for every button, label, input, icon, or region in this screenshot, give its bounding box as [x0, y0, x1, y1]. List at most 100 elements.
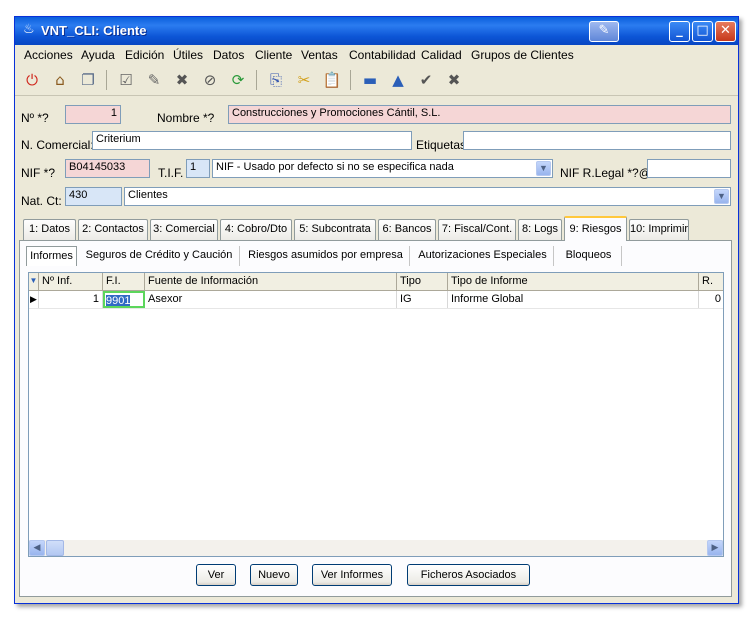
toolbar-separator	[106, 70, 107, 90]
num-label: Nº *?	[21, 111, 49, 125]
subtab-autorizaciones[interactable]: Autorizaciones Especiales	[412, 246, 554, 266]
sort-arrow-icon[interactable]: ▼	[29, 273, 39, 290]
menu-calidad[interactable]: Calidad	[421, 48, 462, 62]
ficheros-asociados-button[interactable]: Ficheros Asociados	[407, 564, 530, 586]
col-fi[interactable]: F.I.	[103, 273, 145, 290]
menu-datos[interactable]: Datos	[213, 48, 244, 62]
cell-tipo-informe[interactable]: Informe Global	[448, 291, 699, 308]
refresh-icon[interactable]: ⟳	[227, 69, 249, 91]
special-icon[interactable]: ✎	[589, 21, 619, 42]
col-fuente[interactable]: Fuente de Información	[145, 273, 397, 290]
ver-button[interactable]: Ver	[196, 564, 236, 586]
check-document-icon[interactable]: ☑	[115, 69, 137, 91]
nif-label: NIF *?	[21, 166, 56, 180]
scroll-right-icon[interactable]: ▶	[707, 540, 723, 556]
tif-code-field[interactable]: 1	[186, 159, 210, 178]
power-icon[interactable]: ⏻	[21, 69, 43, 91]
toolbar-separator	[350, 70, 351, 90]
ncomercial-field[interactable]: Criterium	[92, 131, 412, 150]
etiquetas-label: Etiquetas	[416, 138, 467, 152]
menu-acciones[interactable]: Acciones	[24, 48, 73, 62]
copy-icon[interactable]: ⎘	[265, 69, 287, 91]
x-icon[interactable]: ✖	[443, 69, 465, 91]
client-window: ♨ VNT_CLI: Cliente ✎ _ □ ✕ Acciones Ayud…	[14, 16, 739, 604]
cut-icon[interactable]: ✂	[293, 69, 315, 91]
cell-fi-value: 9901	[106, 295, 131, 307]
ncomercial-label: N. Comercial:	[21, 138, 94, 152]
cell-fi[interactable]: 9901	[103, 291, 145, 308]
chevron-down-icon[interactable]: ▼	[536, 161, 551, 176]
subtab-riesgos-asumidos[interactable]: Riesgos asumidos por empresa	[242, 246, 410, 266]
menu-cliente[interactable]: Cliente	[255, 48, 292, 62]
delete-document-icon[interactable]: ✖	[171, 69, 193, 91]
scroll-thumb[interactable]	[46, 540, 64, 556]
menu-ventas[interactable]: Ventas	[301, 48, 338, 62]
nif-field[interactable]: B04145033	[65, 159, 150, 178]
menu-contabilidad[interactable]: Contabilidad	[349, 48, 416, 62]
col-num-inf[interactable]: Nº Inf.	[39, 273, 103, 290]
etiquetas-field[interactable]	[463, 131, 731, 150]
nif-legal-label: NIF R.Legal *?@	[560, 166, 651, 180]
toolbar-separator	[256, 70, 257, 90]
minimize-button[interactable]: _	[669, 21, 690, 42]
menu-grupos-clientes[interactable]: Grupos de Clientes	[471, 48, 574, 62]
tab-bancos[interactable]: 6: Bancos	[378, 219, 436, 240]
menu-edicion[interactable]: Edición	[125, 48, 164, 62]
tab-subcontrata[interactable]: 5: Subcontrata	[294, 219, 376, 240]
col-tipo-informe[interactable]: Tipo de Informe	[448, 273, 699, 290]
tab-imprimir[interactable]: 10: Imprimir	[629, 219, 689, 240]
cell-num-inf[interactable]: 1	[39, 291, 103, 308]
ver-informes-button[interactable]: Ver Informes	[312, 564, 392, 586]
chevron-down-icon[interactable]: ▼	[714, 189, 729, 204]
subtab-seguros[interactable]: Seguros de Crédito y Caución	[79, 246, 240, 266]
cell-tipo[interactable]: IG	[397, 291, 448, 308]
tif-select[interactable]: NIF - Usado por defecto si no se especif…	[212, 159, 553, 178]
nuevo-button[interactable]: Nuevo	[250, 564, 298, 586]
table-row[interactable]: ▶ 1 9901 Asexor IG Informe Global 0	[29, 291, 723, 309]
grid-header: ▼ Nº Inf. F.I. Fuente de Información Tip…	[29, 273, 723, 291]
nif-legal-field[interactable]	[647, 159, 731, 178]
triangle-up-icon[interactable]: ▲	[387, 69, 409, 91]
tab-cobro-dto[interactable]: 4: Cobro/Dto	[220, 219, 292, 240]
subtab-bloqueos[interactable]: Bloqueos	[556, 246, 622, 266]
nombre-field[interactable]: Construcciones y Promociones Cántil, S.L…	[228, 105, 731, 124]
tif-label: T.I.F.	[158, 166, 184, 180]
paste-icon[interactable]: 📋	[321, 69, 343, 91]
maximize-button[interactable]: □	[692, 21, 713, 42]
menu-utiles[interactable]: Útiles	[173, 48, 203, 62]
tab-datos[interactable]: 1: Datos	[23, 219, 76, 240]
edit-document-icon[interactable]: ✎	[143, 69, 165, 91]
tab-logs[interactable]: 8: Logs	[518, 219, 562, 240]
cell-r[interactable]: 0	[699, 291, 723, 308]
col-tipo[interactable]: Tipo	[397, 273, 448, 290]
checkmark-icon[interactable]: ✔	[415, 69, 437, 91]
minus-icon[interactable]: ▬	[359, 69, 381, 91]
title-bar[interactable]: ♨ VNT_CLI: Cliente ✎ _ □ ✕	[15, 17, 738, 45]
subtab-informes[interactable]: Informes	[26, 246, 77, 266]
natct-select[interactable]: Clientes ▼	[124, 187, 731, 206]
tif-select-value: NIF - Usado por defecto si no se especif…	[216, 161, 454, 173]
home-icon[interactable]: ⌂	[49, 69, 71, 91]
app-icon: ♨	[23, 22, 35, 37]
tab-riesgos[interactable]: 9: Riesgos	[564, 216, 627, 241]
natct-code-field[interactable]: 430	[65, 187, 122, 206]
col-r[interactable]: R.	[699, 273, 723, 290]
windows-icon[interactable]: ❐	[77, 69, 99, 91]
horizontal-scrollbar[interactable]: ◀ ▶	[29, 540, 723, 556]
cancel-document-icon[interactable]: ⊘	[199, 69, 221, 91]
menu-ayuda[interactable]: Ayuda	[81, 48, 115, 62]
num-field[interactable]: 1	[65, 105, 121, 124]
tab-fiscal-cont[interactable]: 7: Fiscal/Cont.	[438, 219, 516, 240]
window-title: VNT_CLI: Cliente	[41, 23, 147, 38]
menu-bar: Acciones Ayuda Edición Útiles Datos Clie…	[15, 45, 738, 65]
scroll-left-icon[interactable]: ◀	[29, 540, 45, 556]
natct-label: Nat. Ct:	[21, 194, 62, 208]
cell-fuente[interactable]: Asexor	[145, 291, 397, 308]
tab-comercial[interactable]: 3: Comercial	[150, 219, 218, 240]
toolbar: ⏻ ⌂ ❐ ☑ ✎ ✖ ⊘ ⟳ ⎘ ✂ 📋 ▬ ▲ ✔ ✖	[15, 65, 738, 96]
informes-grid: ▼ Nº Inf. F.I. Fuente de Información Tip…	[28, 272, 724, 557]
close-button[interactable]: ✕	[715, 21, 736, 42]
nombre-label: Nombre *?	[157, 111, 215, 125]
natct-select-value: Clientes	[128, 189, 168, 201]
tab-contactos[interactable]: 2: Contactos	[78, 219, 148, 240]
